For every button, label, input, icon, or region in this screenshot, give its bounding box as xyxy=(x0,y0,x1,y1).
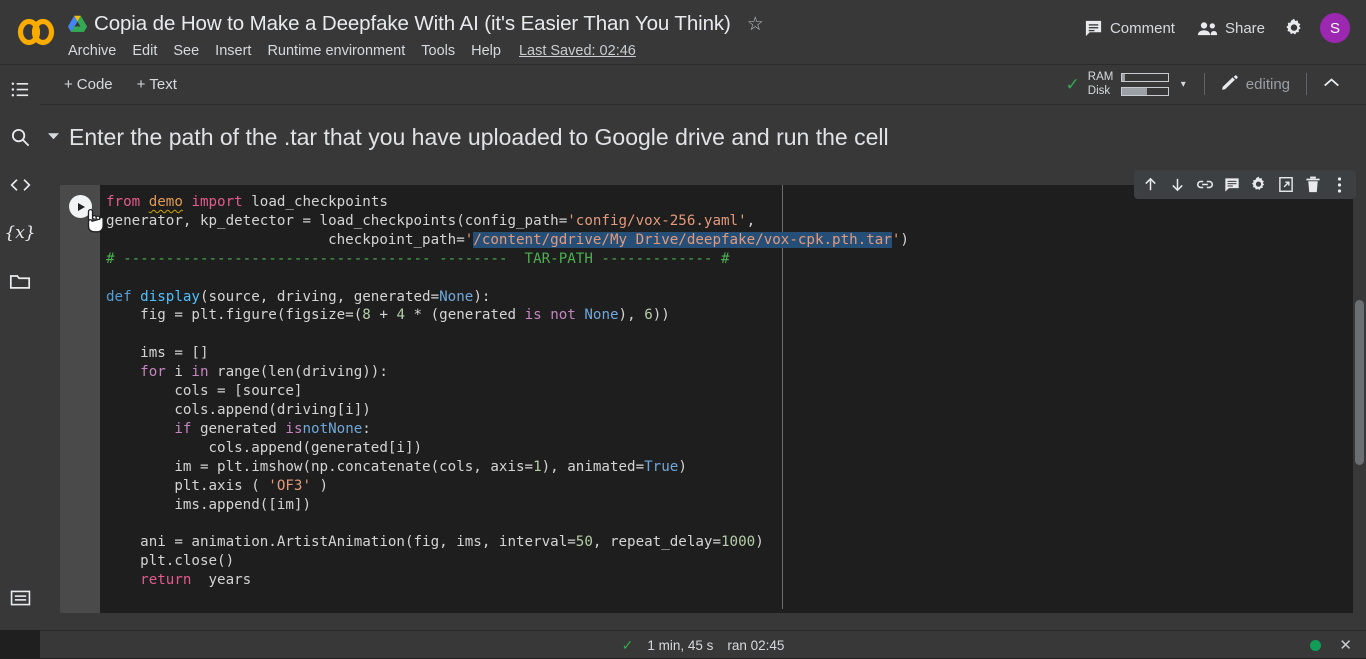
disk-gauge-row: Disk xyxy=(1088,85,1169,97)
disk-gauge-fill xyxy=(1122,88,1147,95)
files-icon xyxy=(9,272,31,291)
chevron-down-icon[interactable]: ▾ xyxy=(1181,79,1186,90)
status-bar: ✓ 1 min, 45 s ran 02:45 ✕ xyxy=(40,630,1366,658)
connection-indicator xyxy=(1310,640,1321,651)
terminal-icon xyxy=(10,590,31,606)
connected-check-icon: ✓ xyxy=(1066,76,1080,93)
edit-mode-button[interactable]: editing xyxy=(1209,70,1302,99)
plus-icon: + xyxy=(64,76,73,93)
gear-icon xyxy=(1284,18,1304,38)
colab-logo[interactable] xyxy=(14,14,58,50)
avatar[interactable]: S xyxy=(1320,13,1350,43)
ram-label: RAM xyxy=(1088,71,1114,83)
header-actions: Comment Share S xyxy=(1073,13,1350,43)
edit-mode-label: editing xyxy=(1246,76,1290,93)
cell-gutter xyxy=(60,185,100,613)
cell-toolbar xyxy=(1134,170,1356,199)
resource-gauges: RAM Disk xyxy=(1088,71,1169,97)
move-cell-down-icon[interactable] xyxy=(1164,171,1191,198)
run-cell-button[interactable] xyxy=(69,195,92,218)
share-label: Share xyxy=(1225,20,1265,37)
app-header: Copia de How to Make a Deepfake With AI … xyxy=(0,0,1366,65)
last-saved-link[interactable]: Last Saved: 02:46 xyxy=(519,43,636,59)
status-right-group: ✕ xyxy=(1310,631,1352,659)
sidebar-item-terminal[interactable] xyxy=(0,574,40,622)
ram-gauge-fill xyxy=(1122,74,1125,81)
people-icon xyxy=(1197,20,1218,37)
menu-tools[interactable]: Tools xyxy=(413,43,463,59)
section-heading: Enter the path of the .tar that you have… xyxy=(40,115,889,159)
add-comment-icon[interactable] xyxy=(1218,171,1245,198)
section-title-text: Enter the path of the .tar that you have… xyxy=(69,124,889,151)
menu-help[interactable]: Help xyxy=(463,43,509,59)
link-to-cell-icon[interactable] xyxy=(1191,171,1218,198)
share-button[interactable]: Share xyxy=(1186,15,1276,42)
menu-insert[interactable]: Insert xyxy=(207,43,259,59)
add-text-label: Text xyxy=(149,76,177,93)
ram-gauge-row: RAM xyxy=(1088,71,1169,83)
star-icon[interactable]: ☆ xyxy=(747,15,764,34)
comment-button[interactable]: Comment xyxy=(1073,14,1186,43)
chevron-down-icon[interactable] xyxy=(48,132,59,143)
notebook-title-row[interactable]: Copia de How to Make a Deepfake With AI … xyxy=(68,8,764,40)
close-icon[interactable]: ✕ xyxy=(1339,638,1352,653)
code-snippets-icon xyxy=(9,176,32,194)
sidebar-item-table-of-contents[interactable] xyxy=(0,65,40,113)
sidebar-item-variables[interactable]: {x} xyxy=(0,209,40,257)
resource-usage-button[interactable]: ✓ RAM Disk ▾ xyxy=(1060,69,1200,99)
menu-archive[interactable]: Archive xyxy=(68,43,124,59)
menu-edit[interactable]: Edit xyxy=(124,43,165,59)
notebook-main: Enter the path of the .tar that you have… xyxy=(40,105,1366,630)
ram-gauge xyxy=(1121,73,1169,82)
menu-see[interactable]: See xyxy=(165,43,207,59)
divider xyxy=(1204,73,1205,95)
cell-settings-icon[interactable] xyxy=(1245,171,1272,198)
code-text[interactable]: from demo import load_checkpoints genera… xyxy=(106,193,909,590)
code-cell[interactable]: from demo import load_checkpoints genera… xyxy=(60,185,1360,613)
notebook-toolbar: + Code + Text ✓ RAM Disk xyxy=(40,65,1366,105)
search-icon xyxy=(10,127,31,148)
execution-status: ✓ 1 min, 45 s ran 02:45 xyxy=(622,631,785,659)
google-drive-icon xyxy=(68,15,87,33)
variables-icon: {x} xyxy=(4,223,35,243)
open-in-new-tab-icon[interactable] xyxy=(1272,171,1299,198)
settings-button[interactable] xyxy=(1276,13,1312,43)
play-icon xyxy=(78,203,85,211)
collapse-toolbar-button[interactable] xyxy=(1311,72,1352,97)
table-of-contents-icon xyxy=(10,79,31,100)
pencil-icon xyxy=(1221,74,1238,95)
add-cell-buttons: + Code + Text xyxy=(56,74,185,95)
add-text-cell-button[interactable]: + Text xyxy=(129,74,185,95)
sidebar-item-files[interactable] xyxy=(0,257,40,305)
page-title[interactable]: Copia de How to Make a Deepfake With AI … xyxy=(94,12,731,36)
toolbar-right-group: ✓ RAM Disk ▾ xyxy=(1060,69,1352,99)
code-editor[interactable]: from demo import load_checkpoints genera… xyxy=(100,185,1360,613)
divider xyxy=(1306,73,1307,95)
left-sidebar-rail: {x} xyxy=(0,65,40,630)
sidebar-item-search[interactable] xyxy=(0,113,40,161)
plus-icon: + xyxy=(137,76,146,93)
disk-label: Disk xyxy=(1088,85,1114,97)
add-code-label: Code xyxy=(77,76,113,93)
page-scrollbar-thumb[interactable] xyxy=(1355,300,1364,465)
menu-runtime-environment[interactable]: Runtime environment xyxy=(259,43,413,59)
execution-timestamp: ran 02:45 xyxy=(727,638,784,653)
success-check-icon: ✓ xyxy=(622,637,634,654)
menu-bar: Archive Edit See Insert Runtime environm… xyxy=(68,40,636,62)
comment-icon xyxy=(1084,19,1103,38)
comment-label: Comment xyxy=(1110,20,1175,37)
sidebar-bottom-group xyxy=(0,574,40,622)
move-cell-up-icon[interactable] xyxy=(1137,171,1164,198)
disk-gauge xyxy=(1121,87,1169,96)
delete-cell-icon[interactable] xyxy=(1299,171,1326,198)
more-options-icon[interactable] xyxy=(1326,171,1353,198)
add-code-cell-button[interactable]: + Code xyxy=(56,74,121,95)
execution-duration: 1 min, 45 s xyxy=(647,638,713,653)
sidebar-item-code-snippets[interactable] xyxy=(0,161,40,209)
